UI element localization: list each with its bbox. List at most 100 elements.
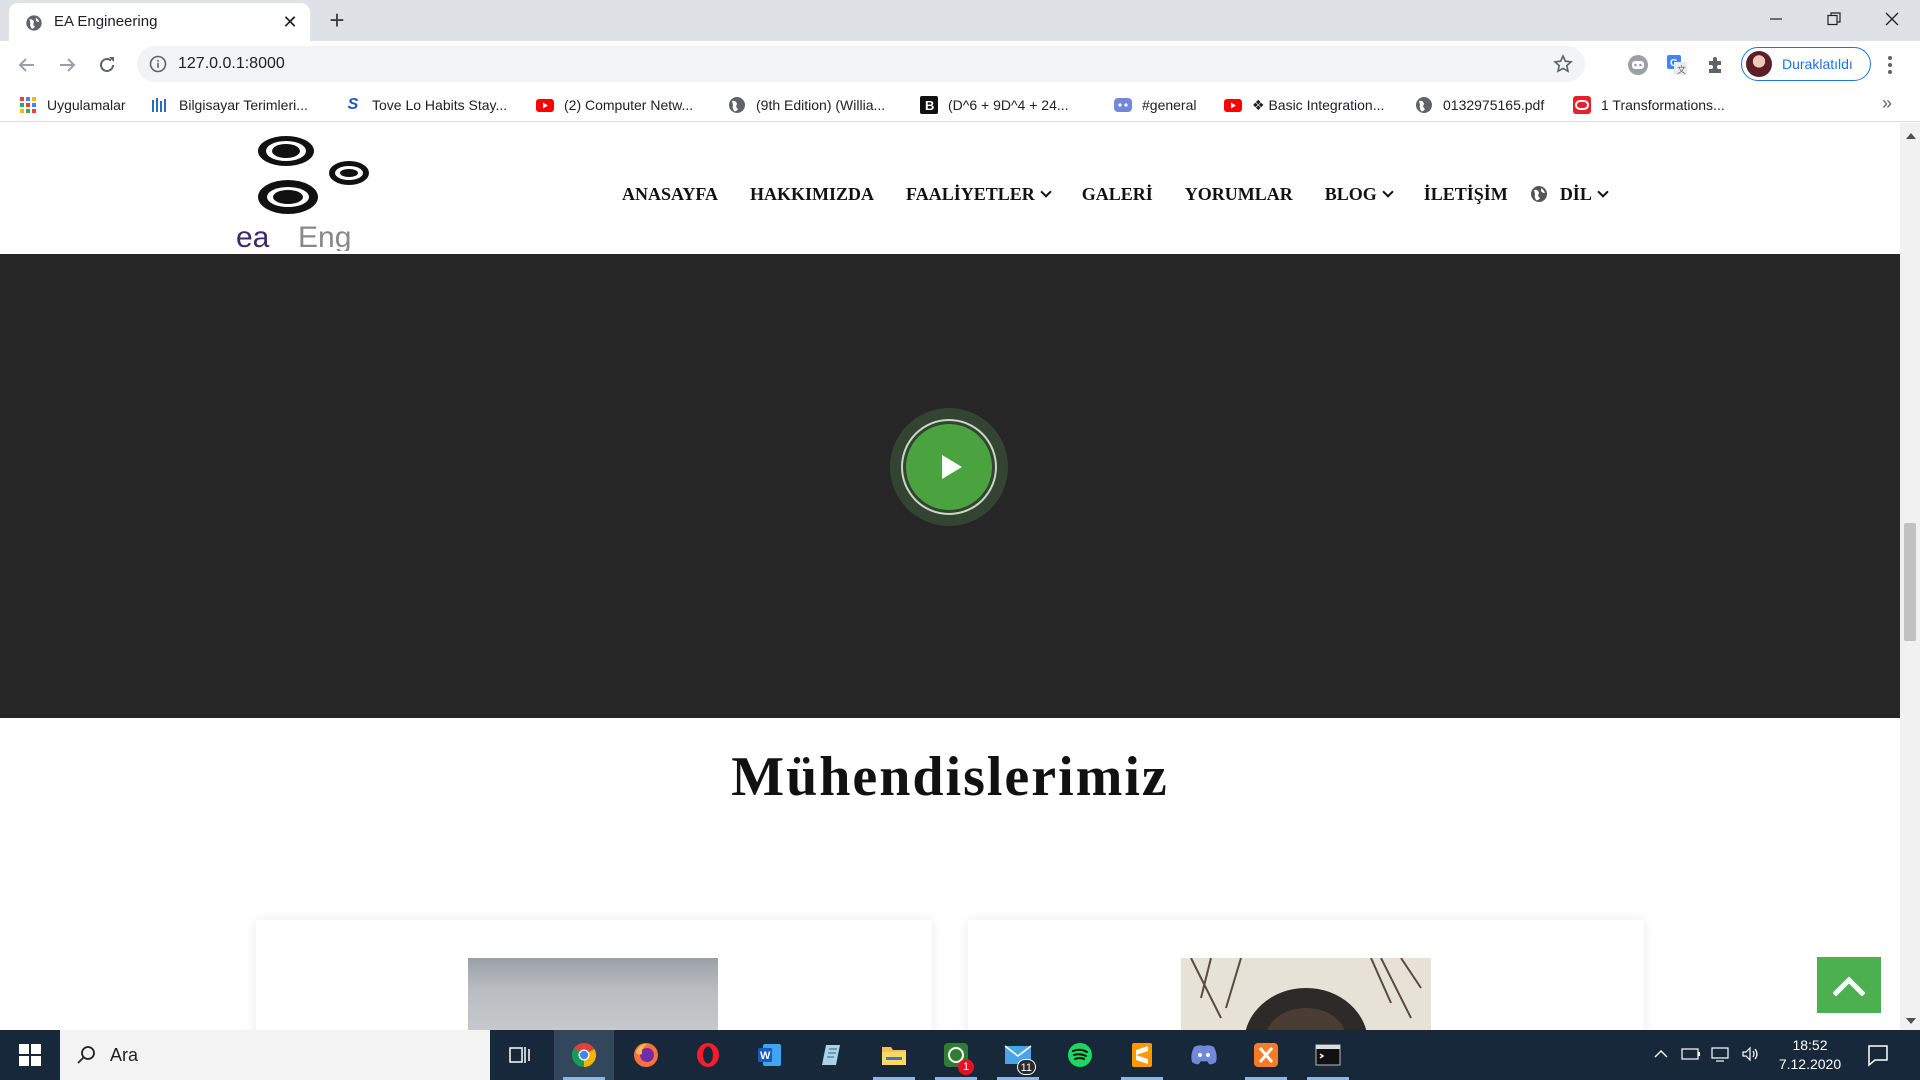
nav-label: DİL [1559, 183, 1592, 204]
taskbar-sublime-text[interactable] [1112, 1030, 1172, 1080]
bookmark-bilgisayar-terimleri[interactable]: Bilgisayar Terimleri... [151, 94, 308, 116]
bookmark-tove-lo[interactable]: S Tove Lo Habits Stay... [344, 94, 507, 116]
bookmark-label: 1 Transformations... [1601, 97, 1725, 113]
bookmark-label: Bilgisayar Terimleri... [179, 97, 308, 113]
chevron-up-icon [1833, 976, 1865, 996]
nav-faaliyetler[interactable]: FAALİYETLER [906, 184, 1052, 205]
taskbar-notes[interactable] [802, 1030, 862, 1080]
svg-text:ea: ea [236, 221, 270, 251]
ea-engineering-logo[interactable]: ea Eng [232, 133, 372, 251]
taskbar-xampp[interactable] [1236, 1030, 1296, 1080]
bookmark-basic-integration[interactable]: ❖ Basic Integration... [1224, 94, 1384, 116]
scroll-up-arrow-icon[interactable] [1906, 133, 1916, 139]
start-button[interactable] [0, 1030, 60, 1080]
bookmark-star-icon[interactable] [1553, 54, 1573, 74]
browser-tab[interactable]: EA Engineering ✕ [9, 3, 310, 41]
site-info-icon[interactable] [149, 55, 167, 73]
nav-iletisim[interactable]: İLETİŞİM [1424, 184, 1508, 205]
nav-language[interactable]: DİL [1530, 183, 1609, 205]
bookmark-uygulamalar[interactable]: Uygulamalar [19, 94, 126, 116]
forward-button[interactable] [50, 48, 84, 82]
nav-hakkimizda[interactable]: HAKKIMIZDA [750, 184, 874, 205]
taskbar-firefox[interactable] [616, 1030, 676, 1080]
restore-icon [1827, 12, 1841, 26]
section-title: Mühendislerimiz [731, 746, 1169, 808]
nav-yorumlar[interactable]: YORUMLAR [1185, 184, 1293, 205]
taskbar-opera[interactable] [678, 1030, 738, 1080]
discord-extension-icon[interactable] [1626, 53, 1650, 77]
bookmark-label: (D^6 + 9D^4 + 24... [948, 97, 1069, 113]
taskbar-file-explorer[interactable] [864, 1030, 924, 1080]
svg-text:Eng: Eng [298, 221, 351, 251]
tray-network[interactable] [1711, 1044, 1731, 1064]
tab-close-icon[interactable]: ✕ [280, 12, 300, 32]
bookmark-pdf[interactable]: 0132975165.pdf [1415, 94, 1544, 116]
taskbar-spotify[interactable] [1050, 1030, 1110, 1080]
tab-strip: EA Engineering ✕ + [0, 0, 1920, 41]
logo-swirl-bottom-left [258, 180, 318, 214]
taskbar-terminal[interactable] [1298, 1030, 1358, 1080]
spotify-icon [1068, 1043, 1092, 1067]
reload-button[interactable] [90, 48, 124, 82]
chevron-down-icon [1040, 185, 1052, 198]
taskbar-whatsapp[interactable]: 1 [926, 1030, 986, 1080]
chrome-menu-icon[interactable] [1880, 53, 1900, 77]
address-bar[interactable]: 127.0.0.1:8000 [137, 46, 1585, 82]
taskbar-word[interactable]: W [740, 1030, 800, 1080]
taskbar-mail[interactable]: 11 [988, 1030, 1048, 1080]
globe-icon [1530, 186, 1547, 202]
b-logo-icon: B [920, 96, 938, 114]
bookmark-d6-equation[interactable]: B (D^6 + 9D^4 + 24... [920, 94, 1069, 116]
scroll-to-top-button[interactable] [1817, 957, 1881, 1013]
taskbar-chrome[interactable] [554, 1030, 614, 1080]
extensions-puzzle-icon[interactable] [1704, 53, 1728, 77]
engineer-card[interactable] [968, 920, 1644, 1030]
bookmark-label: Uygulamalar [47, 97, 126, 113]
restore-button[interactable] [1806, 0, 1862, 38]
back-button[interactable] [10, 48, 44, 82]
translate-extension-icon[interactable]: G文 [1665, 53, 1689, 77]
bookmark-label: (2) Computer Netw... [564, 97, 694, 113]
bookmarks-overflow-button[interactable]: » [1882, 93, 1892, 114]
bookmark-general[interactable]: #general [1114, 94, 1197, 116]
task-view-button[interactable] [490, 1030, 550, 1080]
scrollbar-thumb[interactable] [1904, 523, 1916, 641]
bookmark-label: (9th Edition) (Willia... [756, 97, 886, 113]
globe-favicon-icon [26, 15, 42, 31]
nav-anasayfa[interactable]: ANASAYFA [622, 184, 718, 205]
nav-blog[interactable]: BLOG [1325, 184, 1394, 205]
nav-label: HAKKIMIZDA [750, 183, 875, 204]
bookmark-transformations[interactable]: 1 Transformations... [1573, 94, 1725, 116]
bookmark-9th-edition[interactable]: (9th Edition) (Willia... [728, 94, 885, 116]
page-scrollbar[interactable] [1900, 123, 1920, 1030]
tray-volume[interactable] [1741, 1044, 1761, 1064]
minimize-button[interactable] [1748, 0, 1804, 38]
logo-swirl-right [329, 161, 369, 185]
notification-badge: 11 [1016, 1059, 1036, 1075]
volume-icon [1742, 1046, 1758, 1062]
network-icon [1711, 1047, 1729, 1062]
dictionary-icon [151, 96, 169, 114]
taskbar-clock[interactable]: 18:52 7.12.2020 [1770, 1036, 1850, 1074]
youtube-icon [1224, 96, 1242, 114]
bookmark-computer-networks[interactable]: (2) Computer Netw... [536, 94, 693, 116]
action-center-icon[interactable] [1866, 1043, 1890, 1067]
nav-galeri[interactable]: GALERİ [1082, 184, 1153, 205]
new-tab-button[interactable]: + [324, 7, 350, 34]
address-url[interactable]: 127.0.0.1:8000 [178, 55, 285, 73]
scroll-down-arrow-icon[interactable] [1906, 1018, 1916, 1024]
video-play-button[interactable] [890, 408, 1008, 526]
tray-battery[interactable] [1681, 1044, 1701, 1064]
taskbar-search[interactable]: Ara [60, 1030, 490, 1080]
engineer-card[interactable] [256, 920, 932, 1030]
youtube-icon [536, 96, 554, 114]
chevron-up-icon [1654, 1050, 1668, 1058]
show-hidden-icons-button[interactable] [1651, 1044, 1671, 1064]
video-section [0, 254, 1900, 718]
play-icon [942, 455, 962, 479]
taskbar-discord[interactable] [1174, 1030, 1234, 1080]
main-navigation: ANASAYFA HAKKIMIZDA FAALİYETLER GALERİ Y… [622, 179, 1639, 209]
close-window-button[interactable] [1864, 0, 1920, 38]
word-icon: W [758, 1044, 781, 1066]
profile-button[interactable]: Duraklatıldı [1741, 47, 1871, 81]
